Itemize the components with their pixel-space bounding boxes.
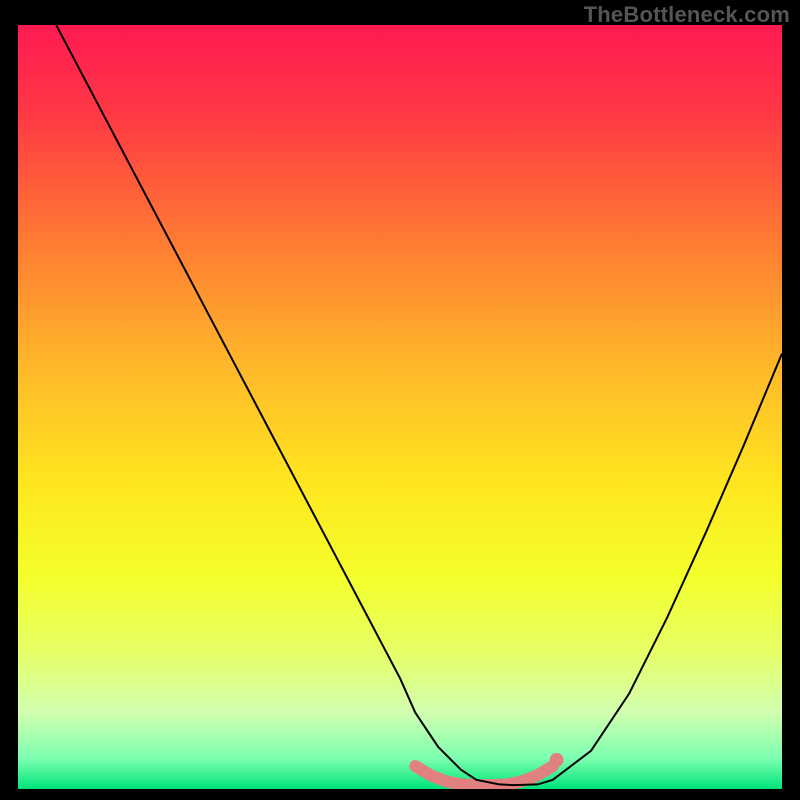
chart-svg bbox=[18, 25, 782, 789]
current-point-marker bbox=[550, 753, 564, 767]
watermark-text: TheBottleneck.com bbox=[584, 2, 790, 28]
plot-area bbox=[18, 25, 782, 789]
chart-frame: TheBottleneck.com bbox=[0, 0, 800, 800]
gradient-background bbox=[18, 25, 782, 789]
